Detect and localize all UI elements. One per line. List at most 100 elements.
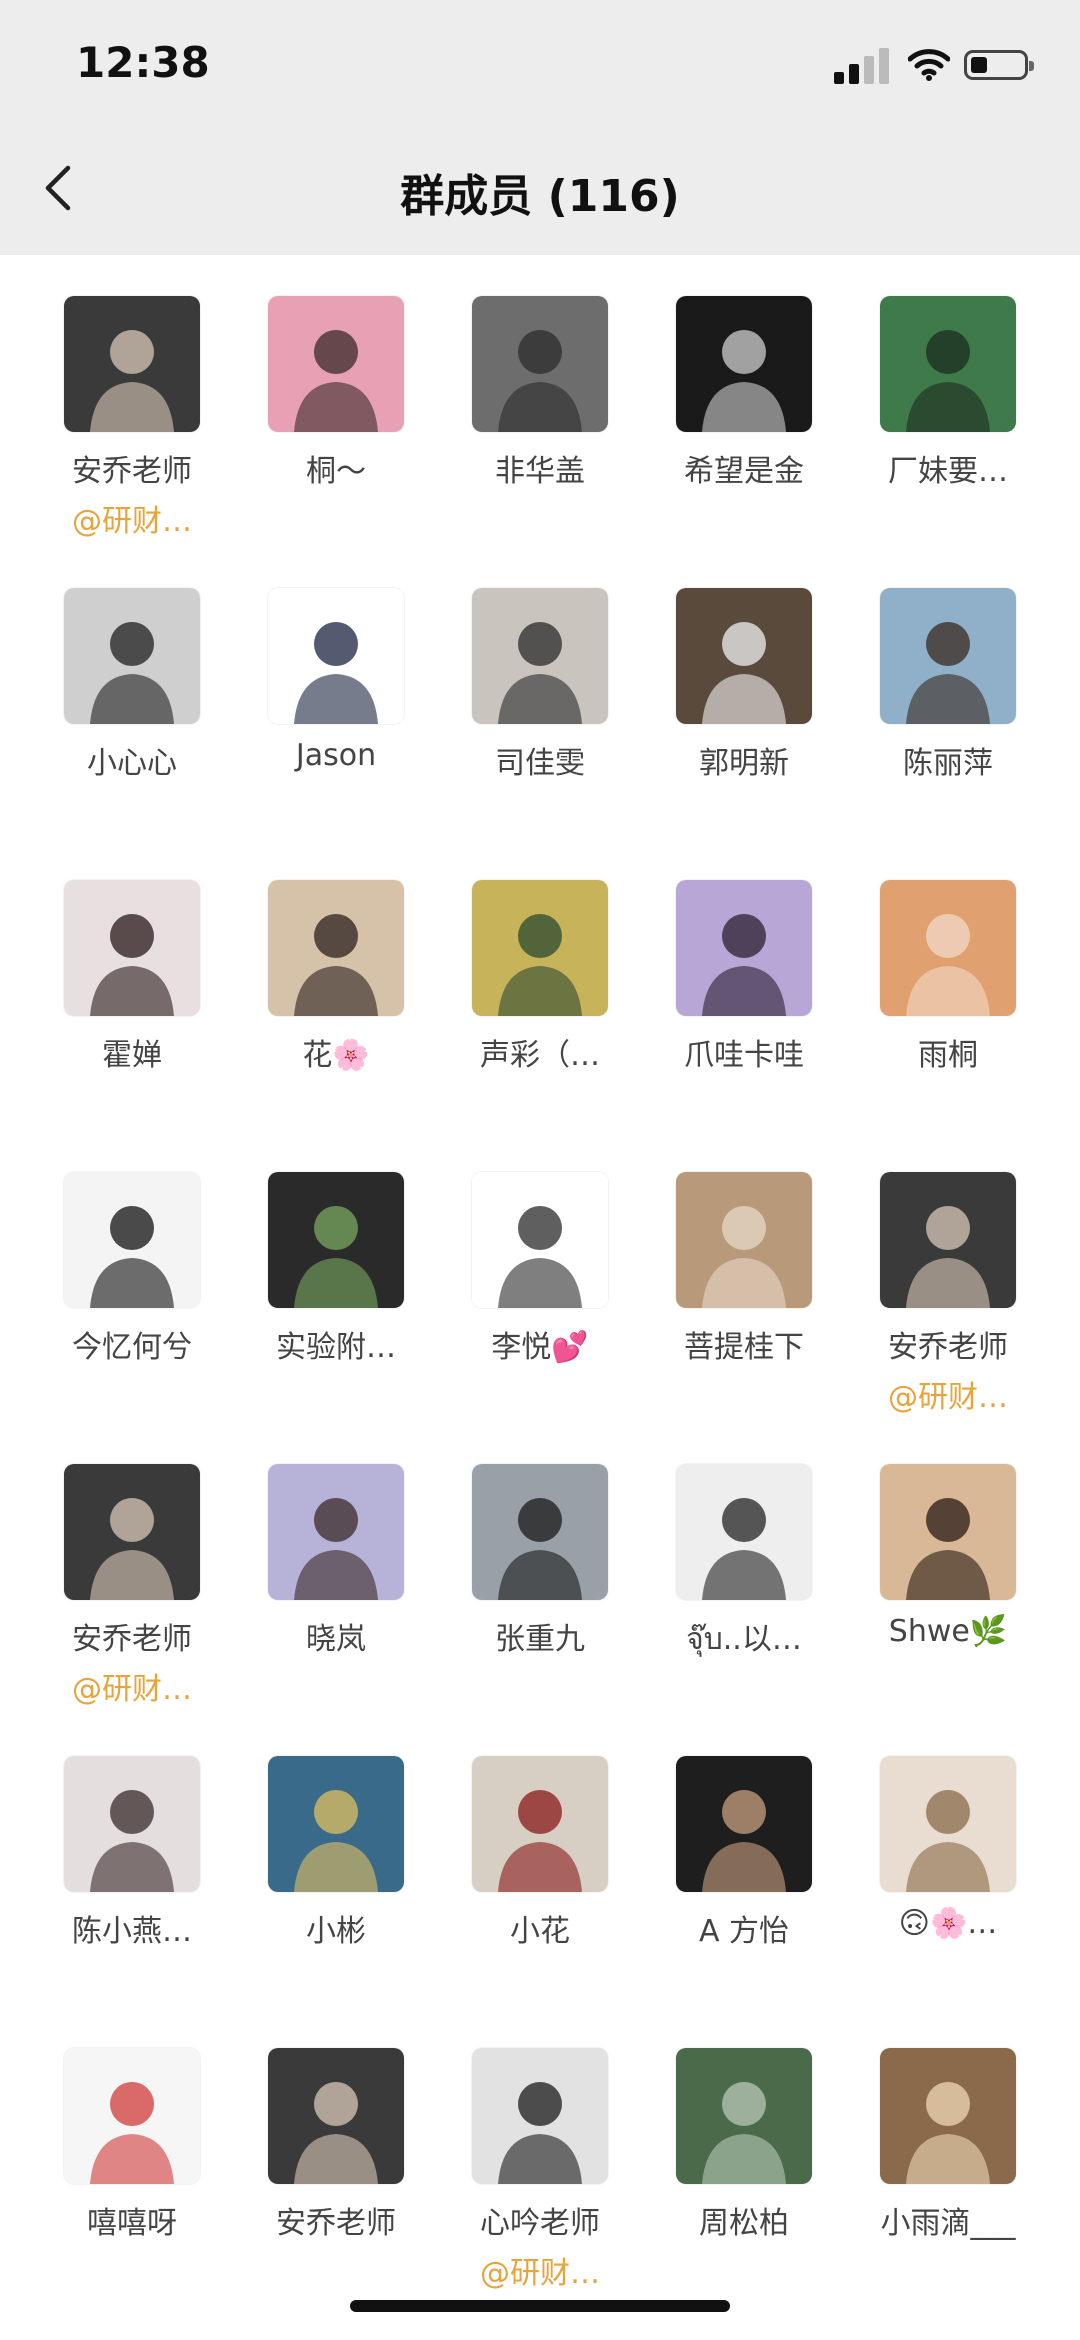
member-item[interactable]: 爪哇卡哇 [642, 880, 846, 1172]
member-item[interactable]: 菩提桂下 [642, 1172, 846, 1464]
member-avatar[interactable] [880, 296, 1016, 432]
wifi-icon [907, 48, 951, 82]
home-indicator [350, 2300, 730, 2312]
member-item[interactable]: 🙃🌸… [846, 1756, 1050, 2048]
member-tag: @研财… [72, 1672, 192, 1707]
member-avatar[interactable] [268, 880, 404, 1016]
member-item[interactable]: 安乔老师 [234, 2048, 438, 2340]
member-avatar[interactable] [472, 296, 608, 432]
member-avatar[interactable] [64, 1172, 200, 1308]
member-item[interactable]: 小心心 [30, 588, 234, 880]
member-item[interactable]: 心吟老师 @研财… [438, 2048, 642, 2340]
member-avatar[interactable] [268, 1172, 404, 1308]
member-item[interactable]: 今忆何兮 [30, 1172, 234, 1464]
member-item[interactable]: 希望是金 [642, 296, 846, 588]
member-item[interactable]: 小雨滴___ [846, 2048, 1050, 2340]
member-avatar[interactable] [676, 880, 812, 1016]
member-name: Shwe🌿 [888, 1614, 1008, 1649]
member-avatar[interactable] [880, 588, 1016, 724]
member-name: 今忆何兮 [72, 1330, 192, 1365]
member-avatar[interactable] [268, 1464, 404, 1600]
member-name: 小花 [510, 1914, 570, 1949]
member-item[interactable]: 张重九 [438, 1464, 642, 1756]
member-item[interactable]: จุ๊บ..以… [642, 1464, 846, 1756]
member-name: 声彩（… [480, 1038, 600, 1073]
member-tag: @研财… [480, 2256, 600, 2291]
member-item[interactable]: 陈小燕… [30, 1756, 234, 2048]
member-item[interactable]: 小花 [438, 1756, 642, 2048]
member-avatar[interactable] [472, 1172, 608, 1308]
member-name: 爪哇卡哇 [684, 1038, 804, 1073]
member-item[interactable]: Shwe🌿 [846, 1464, 1050, 1756]
member-avatar[interactable] [472, 1464, 608, 1600]
member-avatar[interactable] [676, 296, 812, 432]
member-avatar[interactable] [676, 1172, 812, 1308]
member-name: 张重九 [495, 1622, 585, 1657]
member-name: 安乔老师 [72, 454, 192, 489]
member-item[interactable]: 嘻嘻呀 [30, 2048, 234, 2340]
member-name: จุ๊บ..以… [686, 1622, 802, 1657]
member-item[interactable]: 非华盖 [438, 296, 642, 588]
member-item[interactable]: 桐～ [234, 296, 438, 588]
member-avatar[interactable] [880, 1172, 1016, 1308]
member-avatar[interactable] [880, 1464, 1016, 1600]
member-name: 陈丽萍 [903, 746, 993, 781]
member-item[interactable]: 郭明新 [642, 588, 846, 880]
member-avatar[interactable] [64, 2048, 200, 2184]
member-item[interactable]: A 方怡 [642, 1756, 846, 2048]
member-avatar[interactable] [268, 296, 404, 432]
member-item[interactable]: 雨桐 [846, 880, 1050, 1172]
member-name: 李悦💕 [491, 1330, 589, 1365]
member-name: 小雨滴___ [880, 2206, 1016, 2241]
member-item[interactable]: 李悦💕 [438, 1172, 642, 1464]
member-avatar[interactable] [880, 2048, 1016, 2184]
member-name: 陈小燕… [72, 1914, 192, 1949]
member-avatar[interactable] [472, 2048, 608, 2184]
member-item[interactable]: 安乔老师 @研财… [30, 1464, 234, 1756]
member-avatar[interactable] [880, 1756, 1016, 1892]
member-item[interactable]: 声彩（… [438, 880, 642, 1172]
member-avatar[interactable] [472, 588, 608, 724]
member-name: 花🌸 [302, 1038, 370, 1073]
member-item[interactable]: 花🌸 [234, 880, 438, 1172]
member-avatar[interactable] [880, 880, 1016, 1016]
member-name: A 方怡 [698, 1914, 790, 1949]
member-item[interactable]: 霍婵 [30, 880, 234, 1172]
member-tag: @研财… [72, 504, 192, 539]
member-item[interactable]: 小彬 [234, 1756, 438, 2048]
member-avatar[interactable] [64, 1756, 200, 1892]
member-avatar[interactable] [64, 588, 200, 724]
status-time: 12:38 [76, 38, 210, 87]
member-avatar[interactable] [472, 880, 608, 1016]
member-item[interactable]: Jason [234, 588, 438, 880]
member-name: 实验附… [276, 1330, 396, 1365]
member-item[interactable]: 晓岚 [234, 1464, 438, 1756]
member-item[interactable]: 陈丽萍 [846, 588, 1050, 880]
member-tag: @研财… [888, 1380, 1008, 1415]
member-avatar[interactable] [472, 1756, 608, 1892]
member-name: 霍婵 [102, 1038, 162, 1073]
member-name: 小心心 [87, 746, 177, 781]
member-name: 雨桐 [918, 1038, 978, 1073]
member-avatar[interactable] [676, 2048, 812, 2184]
member-name: 周松柏 [699, 2206, 789, 2241]
member-item[interactable]: 厂妹要… [846, 296, 1050, 588]
member-avatar[interactable] [268, 588, 404, 724]
member-avatar[interactable] [676, 1464, 812, 1600]
member-avatar[interactable] [64, 880, 200, 1016]
page-title: 群成员 (116) [400, 171, 680, 222]
member-item[interactable]: 司佳雯 [438, 588, 642, 880]
member-avatar[interactable] [268, 1756, 404, 1892]
battery-icon [964, 50, 1034, 80]
member-item[interactable]: 周松柏 [642, 2048, 846, 2340]
member-item[interactable]: 实验附… [234, 1172, 438, 1464]
member-avatar[interactable] [64, 296, 200, 432]
member-item[interactable]: 安乔老师 @研财… [30, 296, 234, 588]
member-avatar[interactable] [268, 2048, 404, 2184]
member-avatar[interactable] [676, 1756, 812, 1892]
member-avatar[interactable] [676, 588, 812, 724]
member-grid: 安乔老师 @研财… 桐～ 非华盖 希望是金 厂妹要… 小心心 Jason 司佳雯 郭明新 陈丽萍霍婵… [0, 296, 1080, 2340]
member-avatar[interactable] [64, 1464, 200, 1600]
member-name: 安乔老师 [276, 2206, 396, 2241]
member-item[interactable]: 安乔老师 @研财… [846, 1172, 1050, 1464]
